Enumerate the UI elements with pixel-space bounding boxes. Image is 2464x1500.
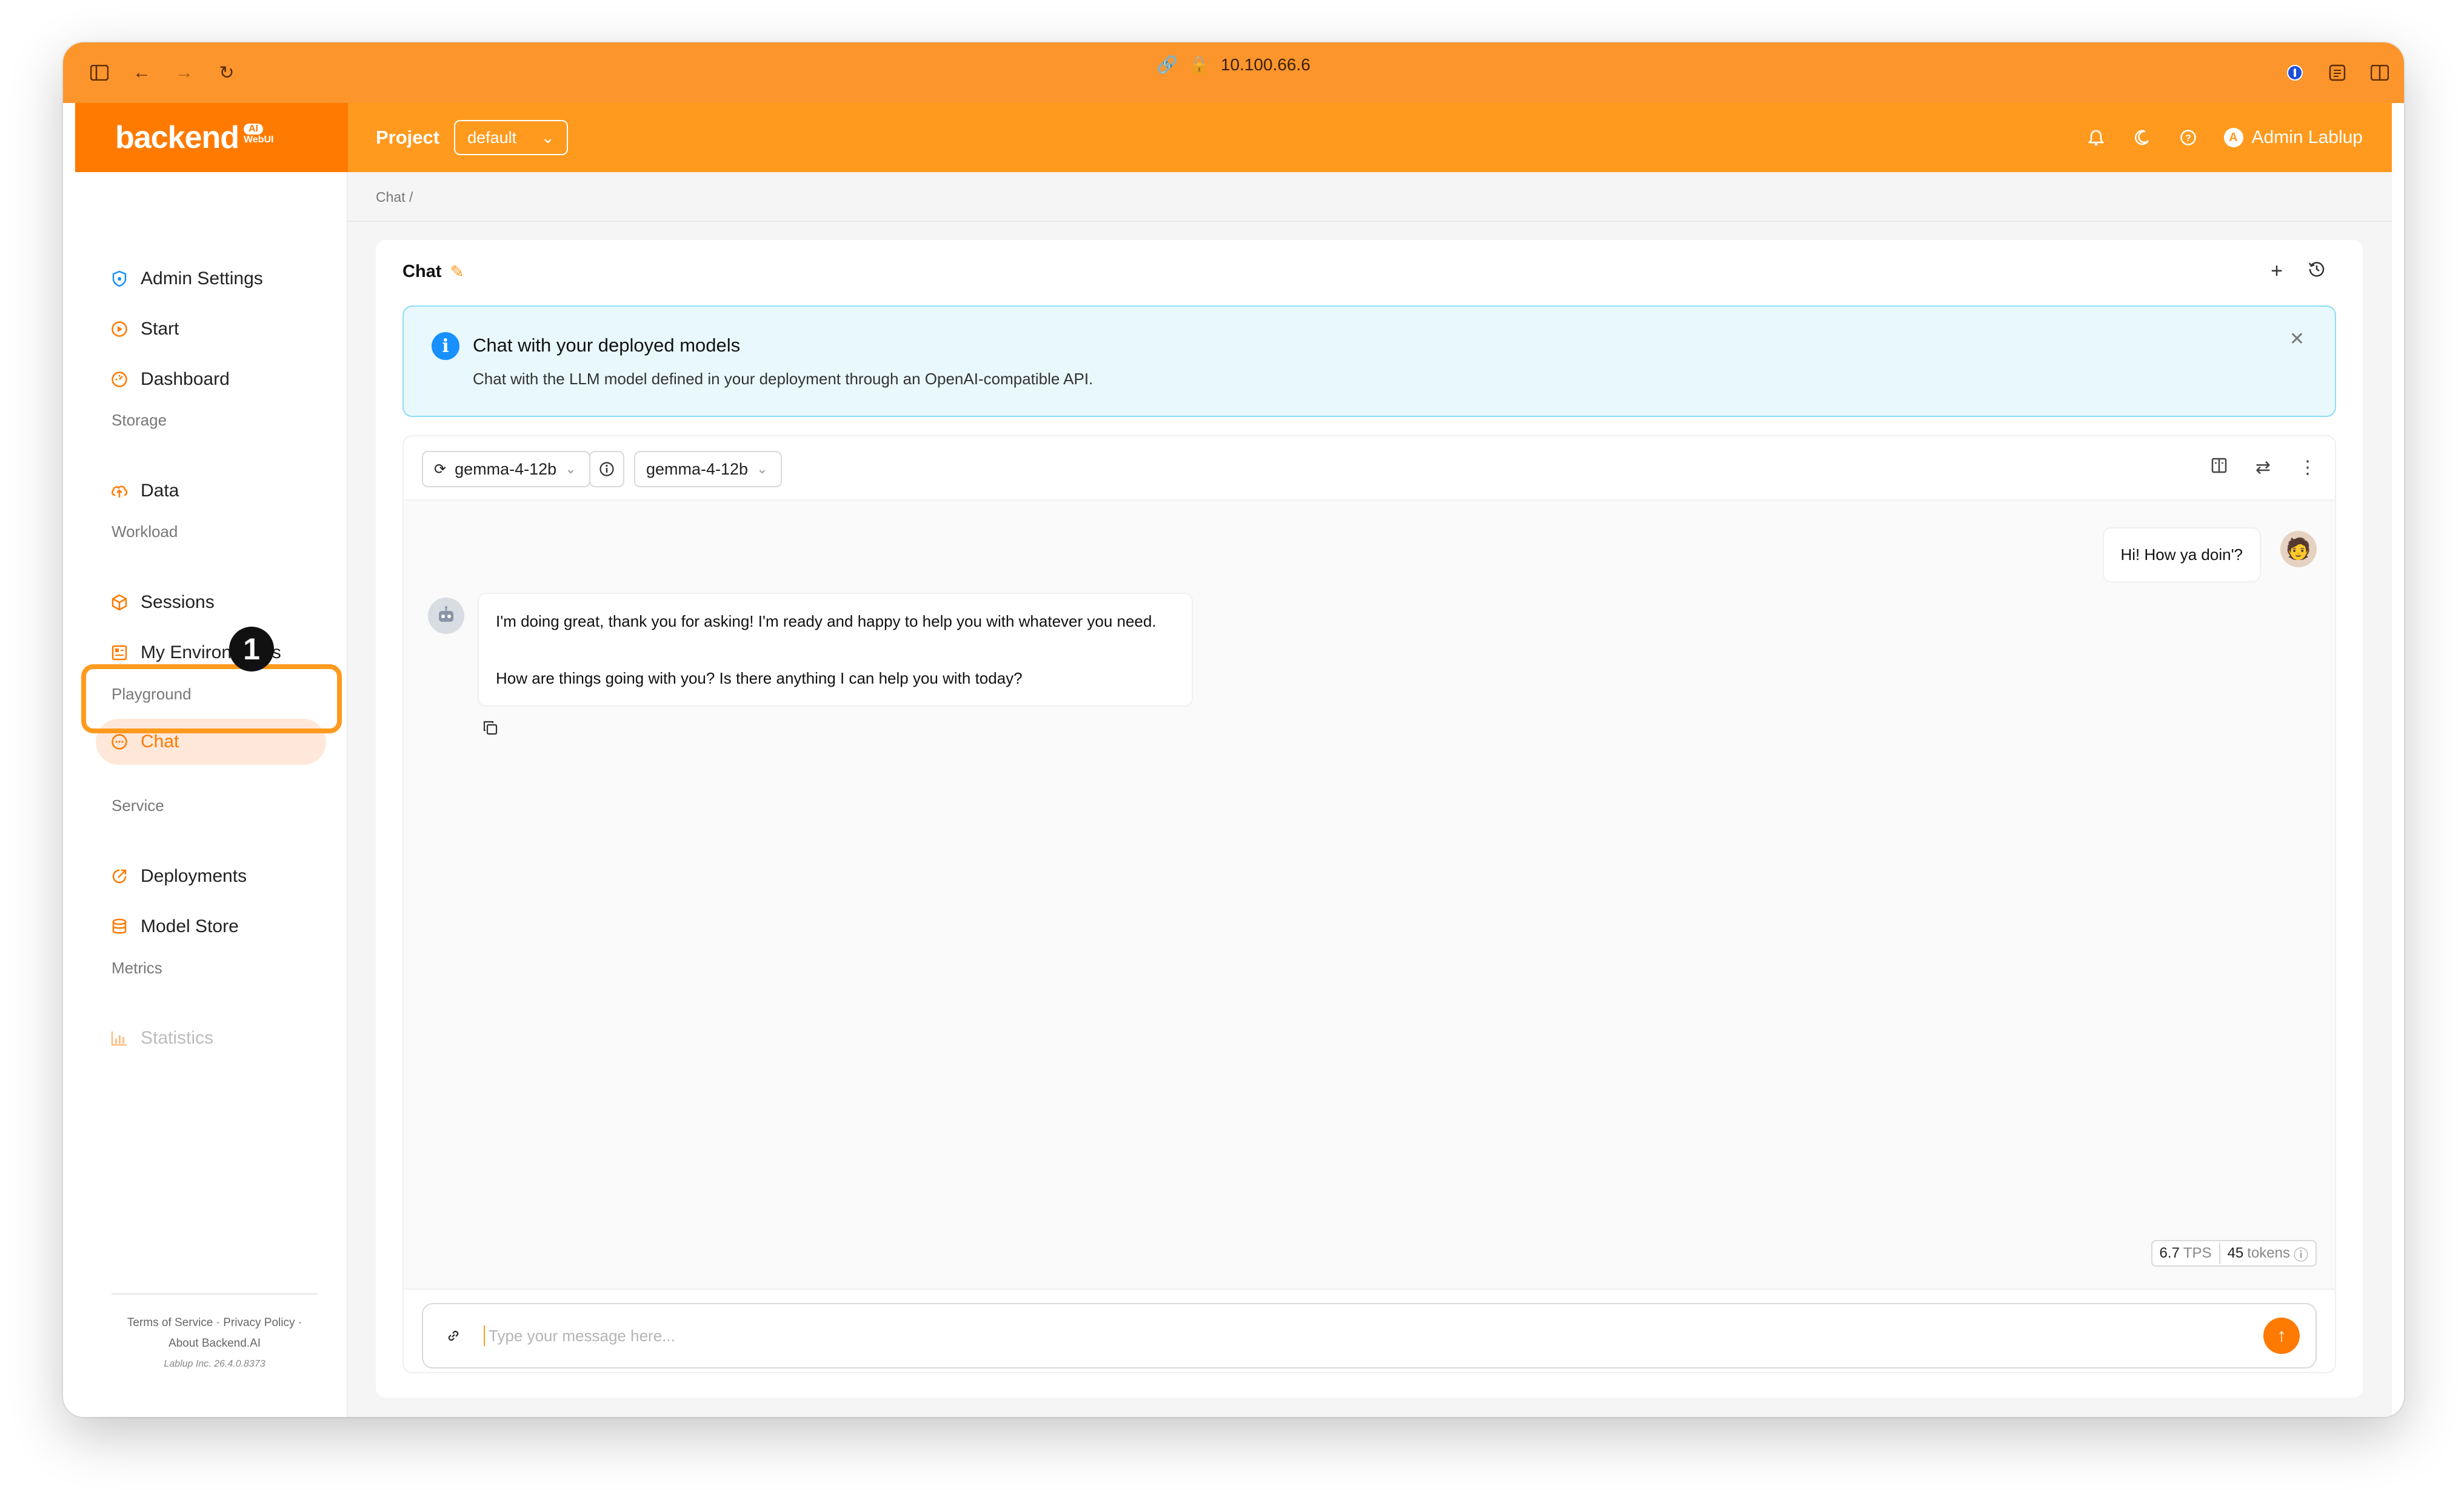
chat-toolbar: ⟳ gemma-4-12b ⌄ gemma-4-12b ⌄ ⇄ ⋮ bbox=[404, 436, 2335, 501]
page-title: Chat ✎ bbox=[402, 262, 464, 282]
info-icon[interactable]: ⓘ bbox=[2294, 1243, 2308, 1264]
nav-group-workload: Workload bbox=[112, 522, 178, 541]
compare-icon[interactable] bbox=[2211, 457, 2228, 479]
more-icon[interactable]: ⋮ bbox=[2299, 457, 2317, 479]
user-message: Hi! How ya doin'? bbox=[2102, 527, 2261, 582]
reload-icon[interactable]: ↻ bbox=[215, 61, 239, 85]
help-icon[interactable]: ? bbox=[2178, 127, 2199, 148]
info-icon: i bbox=[432, 332, 459, 360]
svg-text:?: ? bbox=[2185, 133, 2191, 144]
nav-group-service: Service bbox=[112, 796, 164, 815]
send-button[interactable]: ↑ bbox=[2263, 1318, 2300, 1354]
split-view-icon[interactable] bbox=[2368, 61, 2392, 85]
model-info-button[interactable] bbox=[589, 451, 624, 487]
sidebar-item-dashboard[interactable]: Dashboard bbox=[96, 356, 326, 402]
browser-window: ← → ↻ 🔗 🔒 10.100.66.6 backend AI WebUI P… bbox=[63, 42, 2404, 1417]
sidebar-item-data[interactable]: Data bbox=[96, 468, 326, 514]
about-link[interactable]: About Backend.AI bbox=[112, 1333, 318, 1354]
lock-icon: 🔒 bbox=[1189, 55, 1210, 74]
user-name: Admin Lablup bbox=[2251, 127, 2363, 147]
shield-icon bbox=[110, 270, 129, 288]
sidebar-item-sessions[interactable]: Sessions bbox=[96, 579, 326, 625]
model-select[interactable]: gemma-4-12b ⌄ bbox=[634, 451, 782, 487]
browser-toolbar: ← → ↻ 🔗 🔒 10.100.66.6 bbox=[63, 42, 2404, 103]
token-stats: 6.7 TPS 45 tokens ⓘ bbox=[2151, 1240, 2317, 1267]
swap-icon[interactable]: ⇄ bbox=[2255, 457, 2271, 479]
play-icon bbox=[110, 320, 129, 338]
edit-icon[interactable]: ✎ bbox=[450, 262, 464, 282]
chevron-down-icon: ⌄ bbox=[541, 128, 555, 147]
input-area: ↑ bbox=[404, 1288, 2335, 1372]
address-bar[interactable]: 🔗 🔒 10.100.66.6 bbox=[1157, 55, 1310, 75]
footer-links[interactable]: Terms of Service · Privacy Policy · bbox=[112, 1313, 318, 1333]
sidebar: Admin Settings Start Dashboard Storage D… bbox=[75, 172, 348, 1417]
user-menu[interactable]: A Admin Lablup bbox=[2223, 127, 2363, 148]
message-input-box: ↑ bbox=[422, 1303, 2317, 1368]
alert-title: Chat with your deployed models bbox=[473, 335, 741, 356]
close-icon[interactable]: ✕ bbox=[2289, 328, 2305, 350]
highlight-box bbox=[81, 664, 342, 733]
alert-description: Chat with the LLM model defined in your … bbox=[473, 370, 1093, 388]
main-content: Chat / Chat ✎ + i Chat with your deploye… bbox=[348, 172, 2392, 1417]
message-input[interactable] bbox=[484, 1325, 2263, 1346]
sidebar-toggle-icon[interactable] bbox=[87, 61, 112, 85]
deploy-icon bbox=[110, 867, 129, 885]
chat-card: Chat ✎ + i Chat with your deployed model… bbox=[376, 240, 2363, 1398]
assistant-message: I'm doing great, thank you for asking! I… bbox=[478, 593, 1193, 707]
avatar: A bbox=[2223, 128, 2243, 147]
arrow-up-icon: ↑ bbox=[2277, 1325, 2286, 1345]
copy-icon[interactable] bbox=[482, 720, 498, 740]
forward-icon[interactable]: → bbox=[172, 61, 196, 85]
chart-icon bbox=[110, 1029, 129, 1047]
chat-icon bbox=[110, 733, 129, 751]
nav-group-storage: Storage bbox=[112, 411, 167, 429]
back-icon[interactable]: ← bbox=[130, 61, 154, 85]
sidebar-footer: Terms of Service · Privacy Policy · Abou… bbox=[112, 1293, 318, 1375]
database-icon bbox=[110, 918, 129, 936]
history-icon[interactable] bbox=[2308, 259, 2325, 283]
user-avatar-icon: 🧑 bbox=[2280, 531, 2317, 567]
dashboard-icon bbox=[110, 370, 129, 388]
add-icon[interactable]: + bbox=[2271, 259, 2283, 283]
version-text: Lablup Inc. 26.4.0.8373 bbox=[164, 1359, 265, 1369]
sidebar-item-admin-settings[interactable]: Admin Settings bbox=[96, 256, 326, 302]
attach-link-icon[interactable] bbox=[423, 1327, 484, 1344]
project-select[interactable]: default ⌄ bbox=[454, 120, 569, 155]
deploy-icon: ⟳ bbox=[434, 461, 447, 478]
reader-icon[interactable] bbox=[2325, 61, 2349, 85]
sidebar-item-model-store[interactable]: Model Store bbox=[96, 904, 326, 950]
environment-icon bbox=[110, 644, 129, 662]
cube-icon bbox=[110, 593, 129, 612]
sidebar-item-start[interactable]: Start bbox=[96, 306, 326, 352]
bot-avatar-icon bbox=[428, 598, 464, 634]
url-text: 10.100.66.6 bbox=[1220, 55, 1310, 74]
moon-icon[interactable] bbox=[2132, 127, 2152, 148]
nav-group-metrics: Metrics bbox=[112, 959, 162, 977]
step-badge: 1 bbox=[229, 627, 274, 672]
logo[interactable]: backend AI WebUI bbox=[75, 103, 348, 172]
link-icon: 🔗 bbox=[1157, 55, 1178, 74]
password-manager-icon[interactable] bbox=[2283, 61, 2307, 85]
chat-panel: ⟳ gemma-4-12b ⌄ gemma-4-12b ⌄ ⇄ ⋮ Hi! Ho… bbox=[402, 435, 2336, 1373]
sidebar-item-deployments[interactable]: Deployments bbox=[96, 853, 326, 899]
sidebar-item-statistics[interactable]: Statistics bbox=[96, 1015, 326, 1061]
endpoint-select[interactable]: ⟳ gemma-4-12b ⌄ bbox=[422, 451, 590, 487]
cloud-upload-icon bbox=[110, 482, 129, 500]
info-alert: i Chat with your deployed models Chat wi… bbox=[402, 305, 2336, 417]
breadcrumb[interactable]: Chat / bbox=[376, 189, 413, 205]
chevron-down-icon: ⌄ bbox=[565, 461, 576, 476]
app-header: backend AI WebUI Project default ⌄ ? A A… bbox=[75, 103, 2392, 172]
bell-icon[interactable] bbox=[2086, 127, 2106, 148]
chevron-down-icon: ⌄ bbox=[756, 461, 768, 476]
project-label: Project bbox=[376, 127, 440, 148]
